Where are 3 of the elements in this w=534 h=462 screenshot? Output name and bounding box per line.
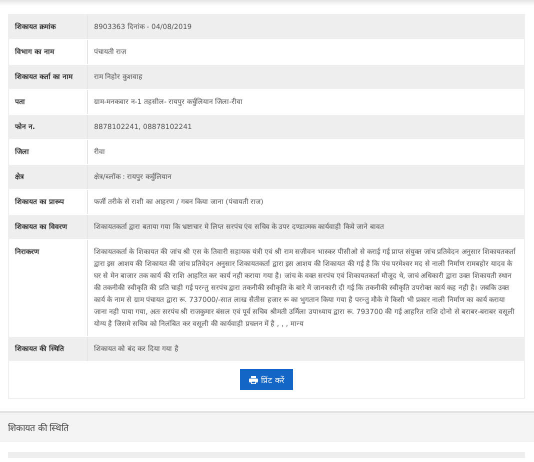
print-button[interactable]: प्रिंट करें bbox=[240, 369, 293, 390]
printer-icon bbox=[249, 376, 258, 384]
section-title: शिकायत की स्थिति bbox=[8, 424, 69, 434]
